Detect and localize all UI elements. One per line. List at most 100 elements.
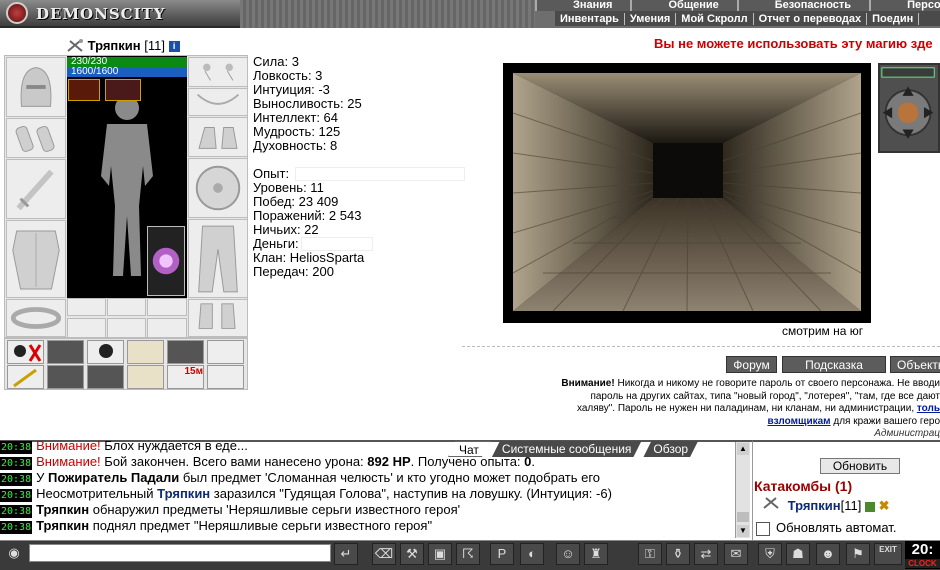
menu-communication[interactable]: Общение xyxy=(630,0,736,11)
quest-icon[interactable]: ✉ xyxy=(724,543,748,565)
lock-icon[interactable]: ⚿ xyxy=(638,543,662,565)
scroll-thumb[interactable] xyxy=(737,512,749,522)
info-icon[interactable] xyxy=(864,501,875,512)
pants-slot[interactable] xyxy=(188,219,248,298)
bracers-slot[interactable] xyxy=(6,118,66,158)
chat-nick[interactable]: Тряпкин xyxy=(36,502,89,517)
submenu-skills[interactable]: Умения xyxy=(625,12,677,25)
chat-timestamp[interactable]: 20:38 xyxy=(0,505,33,518)
chat-nick[interactable]: Тряпкин xyxy=(157,486,210,501)
helmet-slot[interactable] xyxy=(6,57,66,117)
ring-slot-1[interactable] xyxy=(67,298,106,316)
stat-agility: Ловкость: 3 xyxy=(253,68,323,83)
effect-timer-label: 15м xyxy=(184,366,203,377)
crossed-swords-icon[interactable] xyxy=(66,38,84,53)
effect-poison-icon[interactable] xyxy=(7,340,44,364)
chat-input[interactable] xyxy=(29,544,331,562)
effect-chest-icon[interactable] xyxy=(87,365,124,389)
belt-slot[interactable] xyxy=(6,299,66,337)
tab-chat[interactable]: Чат xyxy=(448,441,490,457)
chat-timestamp[interactable]: 20:38 xyxy=(0,473,33,486)
effect-scroll-2-icon[interactable] xyxy=(127,365,164,389)
menu-security[interactable]: Безопасность xyxy=(736,0,869,11)
flag-icon[interactable]: ⚑ xyxy=(846,543,870,565)
send-icon[interactable]: ↵ xyxy=(334,543,358,565)
effect-scroll-icon[interactable] xyxy=(127,340,164,364)
helmet-icon[interactable]: ♜ xyxy=(584,543,608,565)
private-icon[interactable]: P xyxy=(490,543,514,565)
chat-timestamp[interactable]: 20:38 xyxy=(0,521,33,534)
save-icon[interactable]: ▣ xyxy=(428,543,452,565)
refresh-button[interactable]: Обновить xyxy=(820,458,900,474)
stats-icon[interactable]: ☈ xyxy=(456,543,480,565)
inventory-icon[interactable]: ☗ xyxy=(786,543,810,565)
tab-system-messages[interactable]: Системные сообщения xyxy=(492,441,642,457)
stat-spirituality: Духовность: 8 xyxy=(253,138,338,153)
pocket-slot-2[interactable] xyxy=(107,318,146,338)
submenu-my-scroll[interactable]: Мой Скролл xyxy=(676,12,754,25)
friends-icon[interactable]: ☻ xyxy=(816,543,840,565)
chat-timestamp[interactable]: 20:38 xyxy=(0,489,33,502)
gloves-slot[interactable] xyxy=(188,117,248,157)
clock-label: CLOCK xyxy=(905,559,940,568)
boots-icon xyxy=(198,303,236,329)
divider xyxy=(462,346,940,347)
amulet-slot[interactable] xyxy=(188,88,248,116)
effect-sword-icon[interactable] xyxy=(7,365,44,389)
chat-nick[interactable]: Тряпкин xyxy=(36,518,89,533)
trade-icon[interactable]: ⇄ xyxy=(694,543,718,565)
smith-icon[interactable]: ⚒ xyxy=(400,543,424,565)
clan-icon[interactable]: ⛨ xyxy=(758,543,782,565)
scroll-down-icon[interactable]: ▼ xyxy=(737,525,749,537)
notice-link-only[interactable]: толь xyxy=(917,403,940,414)
info-money: Деньги: xyxy=(253,237,465,251)
smiley-icon[interactable]: ☺ xyxy=(556,543,580,565)
filter-icon[interactable]: ◐ xyxy=(520,543,544,565)
chat-text: был предмет 'Сломанная челюсть' и кто уг… xyxy=(179,470,601,485)
tab-overview[interactable]: Обзор xyxy=(643,441,698,457)
view-direction: смотрим на юг xyxy=(782,324,864,338)
shield-slot[interactable] xyxy=(188,158,248,218)
ring-slot-3[interactable] xyxy=(147,298,187,316)
bag-icon[interactable]: ⚱ xyxy=(666,543,690,565)
forum-button[interactable]: Форум xyxy=(726,356,777,373)
speaker-icon[interactable]: ◉ xyxy=(2,543,26,565)
submenu-transfer-report[interactable]: Отчет о переводах xyxy=(754,12,868,25)
hint-button[interactable]: Подсказка xyxy=(782,356,886,373)
scroll-up-icon[interactable]: ▲ xyxy=(737,443,749,455)
effect-dark-icon[interactable] xyxy=(167,340,204,364)
earrings-slot[interactable] xyxy=(188,57,248,87)
menu-character[interactable]: Персонаж xyxy=(869,0,940,11)
pocket-slot-3[interactable] xyxy=(147,318,187,338)
chat-text: Неосмотрительный xyxy=(36,486,158,501)
attack-icon[interactable]: ✖ xyxy=(879,498,890,513)
chat-scrollbar[interactable]: ▲ ▼ xyxy=(735,442,750,538)
weapon-slot[interactable] xyxy=(6,159,66,219)
boots-slot[interactable] xyxy=(188,299,248,337)
objects-button[interactable]: Объекты xyxy=(890,356,940,373)
player-name[interactable]: Тряпкин xyxy=(788,498,841,513)
armor-slot[interactable] xyxy=(6,220,66,298)
chat-timestamp[interactable]: 20:38 xyxy=(0,441,33,454)
exit-button[interactable]: EXIT xyxy=(874,543,902,565)
info-wins: Побед: 23 409 xyxy=(253,194,339,209)
auto-update-checkbox[interactable] xyxy=(756,521,770,536)
info-icon[interactable]: i xyxy=(168,41,180,53)
pocket-slot-1[interactable] xyxy=(67,318,106,338)
effect-timer[interactable]: 15м xyxy=(167,365,204,389)
portal-slot[interactable] xyxy=(147,226,185,296)
dungeon-view[interactable] xyxy=(513,73,861,311)
submenu-inventory[interactable]: Инвентарь xyxy=(555,12,625,25)
chat-timestamp[interactable]: 20:38 xyxy=(0,457,33,470)
effect-headache-icon[interactable] xyxy=(87,340,124,364)
menu-knowledge[interactable]: Знания xyxy=(535,0,630,11)
notice-link-hackers[interactable]: взломщикам xyxy=(767,416,830,427)
submenu-duels[interactable]: Поедин xyxy=(867,12,920,25)
effect-armor-icon[interactable] xyxy=(47,365,84,389)
crossed-swords-icon[interactable] xyxy=(762,496,784,510)
ring-slot-2[interactable] xyxy=(107,298,146,316)
buff-curse-slot[interactable] xyxy=(105,79,141,101)
effect-helmet-icon[interactable] xyxy=(47,340,84,364)
buff-fire-slot[interactable] xyxy=(68,79,100,101)
eraser-icon[interactable]: ⌫ xyxy=(372,543,396,565)
